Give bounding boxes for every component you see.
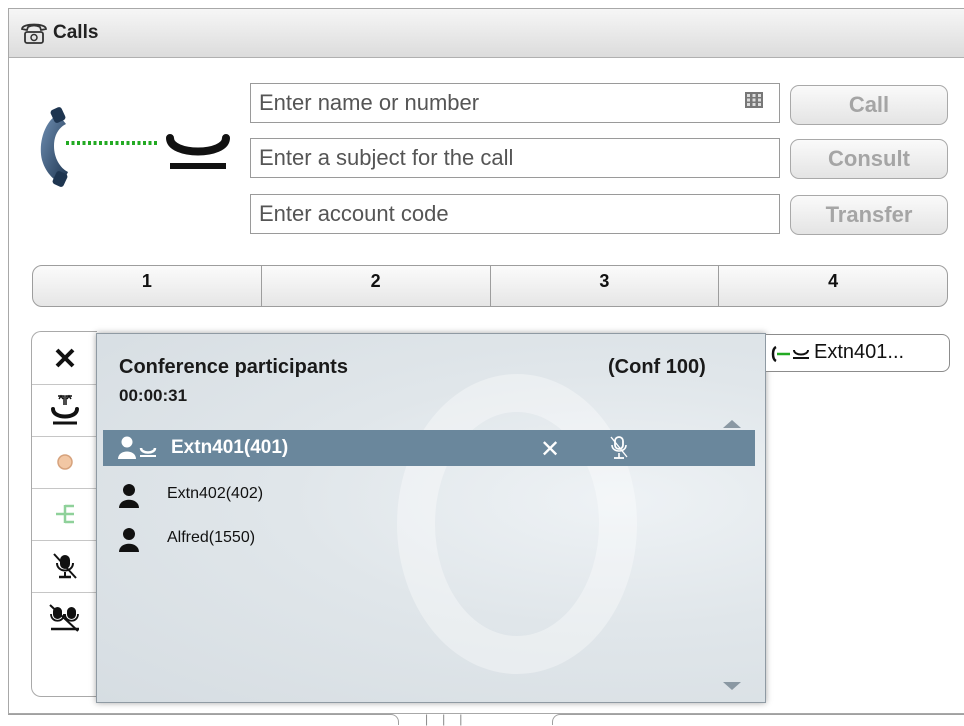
call-action-toolbar xyxy=(31,331,97,697)
drop-participant-button[interactable]: ✕ xyxy=(540,435,560,464)
drop-call-button[interactable] xyxy=(32,332,97,385)
tab-call-1[interactable]: 1 xyxy=(33,266,262,306)
tab-call-2[interactable]: 2 xyxy=(262,266,491,306)
mute-all-button[interactable] xyxy=(32,592,97,644)
participant-name: Extn402(402) xyxy=(167,485,264,502)
person-icon xyxy=(119,528,139,552)
transfer-button[interactable]: Transfer xyxy=(790,195,948,235)
conference-button[interactable] xyxy=(32,488,97,541)
record-button[interactable] xyxy=(32,436,97,489)
telephone-icon xyxy=(21,23,47,44)
participant-name: Extn401(401) xyxy=(171,437,289,458)
dialpad-button[interactable] xyxy=(736,83,772,117)
mute-button[interactable] xyxy=(32,540,97,593)
conference-tree-icon xyxy=(55,504,74,524)
call-subject-input[interactable] xyxy=(250,138,780,178)
participant-connected-icon xyxy=(118,436,157,459)
connected-call-icon xyxy=(771,345,809,363)
close-icon xyxy=(55,348,74,368)
title-bar: Calls xyxy=(9,9,964,58)
scroll-down-button[interactable] xyxy=(723,682,741,690)
conference-id: (Conf 100) xyxy=(608,356,706,378)
call-tag-label: Extn401... xyxy=(814,341,905,363)
hold-icon xyxy=(50,394,79,425)
call-timer: 00:00:31 xyxy=(119,386,188,405)
tab-call-3[interactable]: 3 xyxy=(491,266,720,306)
window-title: Calls xyxy=(53,22,99,43)
participant-row[interactable]: Alfred(1550) xyxy=(103,521,755,557)
tab-call-4[interactable]: 4 xyxy=(719,266,947,306)
scroll-up-button[interactable] xyxy=(723,420,741,428)
conference-panel: Conference participants (Conf 100) 00:00… xyxy=(96,333,766,703)
consult-button[interactable]: Consult xyxy=(790,139,948,179)
connected-call-icon xyxy=(40,107,230,187)
panel-title: Conference participants xyxy=(119,356,348,378)
call-tabs: 1 2 3 4 xyxy=(32,265,948,307)
hold-button[interactable] xyxy=(32,384,97,437)
active-call-tag[interactable]: Extn401... xyxy=(766,334,950,372)
participant-name: Alfred(1550) xyxy=(167,529,256,546)
participant-row[interactable]: Extn402(402) xyxy=(103,477,755,513)
name-or-number-input[interactable] xyxy=(250,83,780,123)
person-icon xyxy=(119,484,139,508)
mute-icon xyxy=(52,553,77,579)
call-button[interactable]: Call xyxy=(790,85,948,125)
dialpad-icon xyxy=(745,92,763,108)
account-code-input[interactable] xyxy=(250,194,780,234)
group-mute-icon xyxy=(48,604,79,632)
mute-participant-icon[interactable] xyxy=(609,435,629,461)
participant-row[interactable]: Extn401(401) ✕ xyxy=(103,430,755,466)
record-icon xyxy=(56,454,73,470)
resize-grip[interactable]: ||| xyxy=(425,712,476,726)
